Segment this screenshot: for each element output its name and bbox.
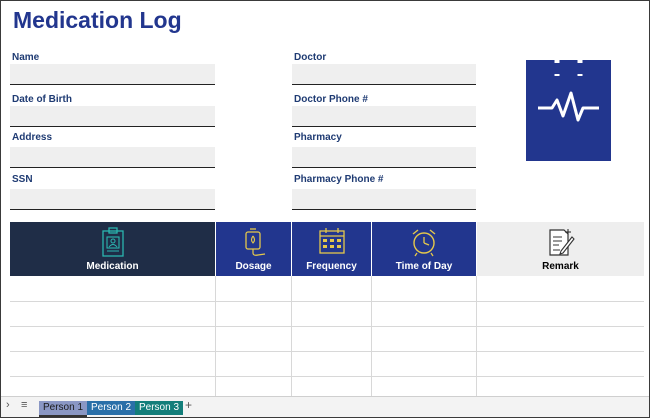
sheet-tab-person-3[interactable]: Person 3 [135, 401, 184, 415]
iv-bag-icon [244, 228, 265, 256]
column-divider [371, 276, 372, 396]
name-field[interactable] [10, 64, 215, 85]
column-label-remark: Remark [542, 261, 579, 272]
column-divider [476, 276, 477, 396]
sheet-tab-person-1[interactable]: Person 1 [39, 401, 88, 417]
column-header-frequency: Frequency [292, 222, 371, 276]
name-label: Name [12, 52, 40, 63]
address-field[interactable] [10, 147, 215, 168]
pharmacy-phone-label: Pharmacy Phone # [294, 174, 384, 185]
dob-label: Date of Birth [12, 94, 72, 105]
document-edit-icon [548, 229, 575, 256]
table-row[interactable] [10, 351, 644, 352]
address-label: Address [12, 132, 53, 143]
dob-field[interactable] [10, 106, 215, 127]
pharmacy-phone-field[interactable] [292, 189, 476, 210]
table-row[interactable] [10, 326, 644, 327]
column-label-frequency: Frequency [306, 261, 357, 272]
column-divider [215, 276, 216, 396]
sheet-tab-person-2[interactable]: Person 2 [87, 401, 136, 415]
doctor-label: Doctor [294, 52, 327, 63]
column-label-dosage: Dosage [235, 261, 272, 272]
doctor-phone-label: Doctor Phone # [294, 94, 368, 105]
ssn-field[interactable] [10, 189, 215, 210]
column-header-dosage: Dosage [216, 222, 291, 276]
calendar-icon [318, 228, 345, 254]
doctor-phone-field[interactable] [292, 106, 476, 127]
add-sheet-button[interactable]: + [185, 398, 192, 412]
column-divider [291, 276, 292, 396]
alarm-clock-icon [412, 229, 436, 257]
page-title: Medication Log [13, 7, 182, 33]
pharmacy-label: Pharmacy [294, 132, 342, 143]
table-row[interactable] [10, 376, 644, 377]
column-label-medication: Medication [86, 261, 139, 272]
clipboard-patient-icon [101, 227, 124, 257]
clipboard-heartbeat-icon [526, 46, 611, 161]
column-header-remark: Remark [477, 222, 644, 276]
scroll-tabs-icon[interactable]: › [6, 399, 10, 411]
all-sheets-menu-icon[interactable]: ≡ [21, 399, 27, 411]
table-row[interactable] [10, 301, 644, 302]
column-label-time-of-day: Time of Day [395, 261, 453, 272]
ssn-label: SSN [12, 174, 33, 185]
doctor-field[interactable] [292, 64, 476, 85]
column-header-medication: Medication [10, 222, 215, 276]
pharmacy-field[interactable] [292, 147, 476, 168]
sheet-tab-bar: › ≡ Person 1 Person 2 Person 3 + [1, 396, 649, 417]
spreadsheet-window: Medication Log Name Date of Birth Addres… [0, 0, 650, 418]
column-header-time-of-day: Time of Day [372, 222, 476, 276]
